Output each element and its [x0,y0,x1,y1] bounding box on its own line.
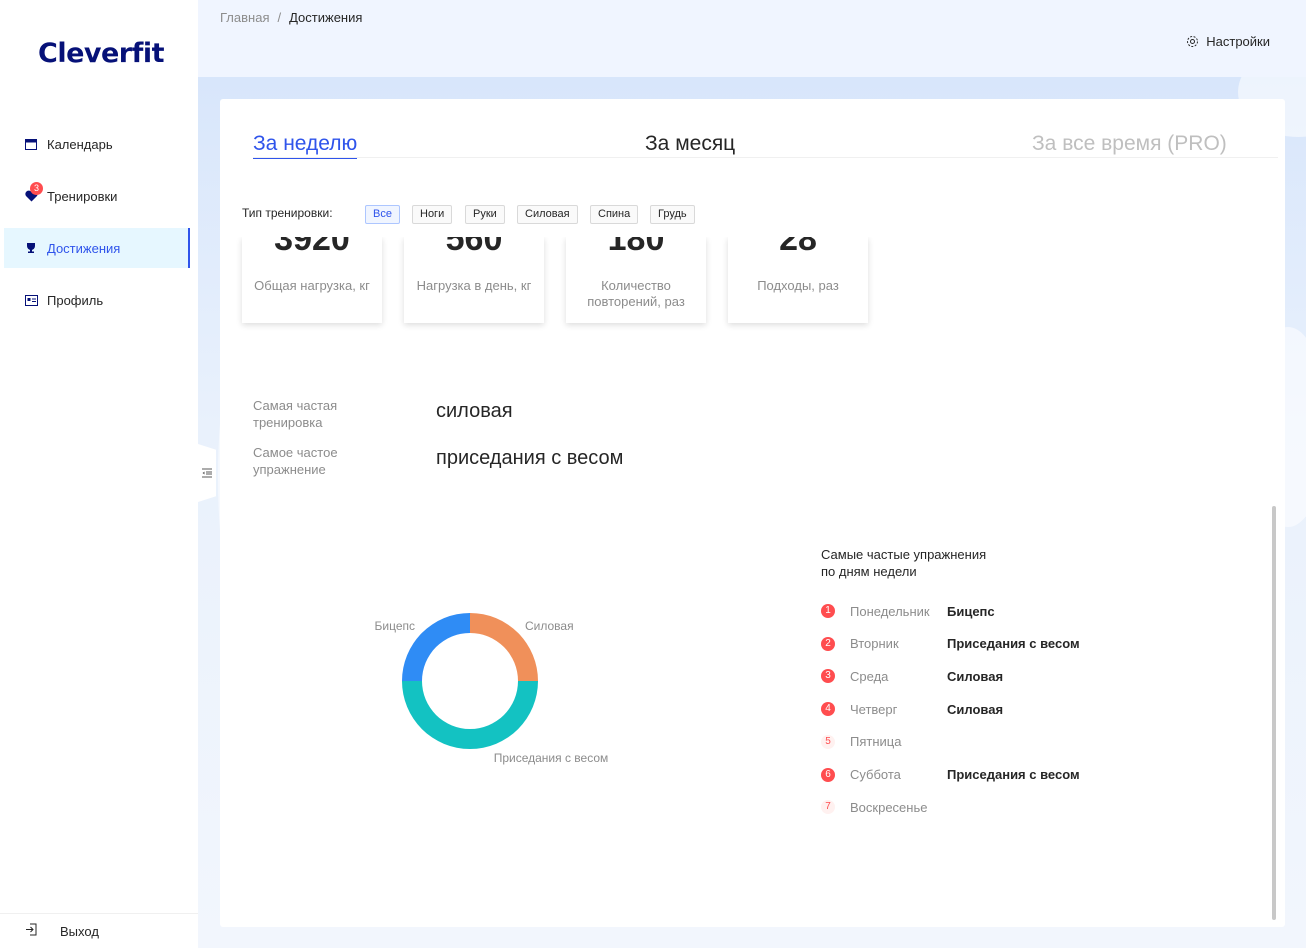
sidebar-item-trainings[interactable]: 3 Тренировки [4,176,190,216]
app-logo[interactable]: Cleverfit [38,38,165,69]
frequent-exercise-label: Самое частое упражнение [253,445,338,477]
day-number-badge: 1 [821,604,835,618]
settings-button[interactable]: Настройки [1186,34,1270,49]
stat-label: Нагрузка в день, кг [416,278,532,293]
stats-row: 3920 Общая нагрузка, кг 560 Нагрузка в д… [220,237,1285,337]
tag-strength[interactable]: Силовая [517,205,578,224]
day-number-badge: 3 [821,669,835,684]
day-name: Пятница [850,734,902,750]
day-row: 5 Пятница [821,732,947,752]
tag-chest[interactable]: Грудь [650,205,695,224]
day-exercise: Бицепс [947,603,995,619]
tag-all[interactable]: Все [365,205,400,224]
day-number-badge: 6 [821,767,835,782]
sidebar-item-profile[interactable]: Профиль [4,280,190,320]
day-row: 6 Суббота Приседания с весом [821,765,1080,785]
tab-all-time[interactable]: За все время (PRO) [1032,132,1227,156]
tag-legs[interactable]: Ноги [412,205,453,224]
stat-label: Подходы, раз [757,278,839,293]
donut-label: Приседания с весом [494,751,609,765]
stat-card: 560 Нагрузка в день, кг [404,237,544,323]
stat-value: 180 [607,237,665,258]
scrollbar[interactable] [1272,506,1276,920]
tabs-divider [253,157,1278,158]
stat-label: Количество повторений, раз [587,278,685,309]
day-row: 4 Четверг Силовая [821,699,1003,719]
stat-value: 560 [445,237,503,258]
sidebar-item-label: Профиль [47,292,104,308]
tag-back[interactable]: Спина [590,205,639,224]
achievements-card: За неделю За месяц За все время (PRO) Ти… [220,99,1285,927]
id-card-icon [24,293,38,307]
logout-label: Выход [60,923,99,939]
stat-value: 28 [779,237,817,258]
day-name: Четверг [850,701,898,717]
stat-card: 180 Количество повторений, раз [566,237,706,323]
logout-button[interactable]: Выход [0,913,198,948]
exercise-donut-chart: Силовая Приседания с весом Бицепс [375,613,609,765]
sidebar: Cleverfit Календарь 3 Тренировки Достиже… [0,0,198,948]
tag-arms[interactable]: Руки [465,205,505,224]
day-exercise: Приседания с весом [947,636,1080,652]
day-exercise: Силовая [947,701,1004,717]
days-title: Самые частые упражнения по дням недели [821,547,987,579]
day-name: Суббота [850,767,901,782]
donut-slice[interactable] [402,681,538,749]
frequent-training-label: Самая частая тренировка [253,398,338,430]
day-number-badge: 5 [821,734,835,749]
tab-week[interactable]: За неделю [253,132,358,159]
frequent-training-value: силовая [436,400,513,422]
training-type-label: Тип тренировки: [242,206,333,220]
frequent-exercise-value: приседания с весом [436,447,624,469]
gear-icon [1187,36,1199,47]
day-exercise: Силовая [947,668,1004,684]
day-name: Воскресенье [850,799,928,815]
stat-value: 3920 [274,237,350,258]
logout-icon [25,923,38,939]
heart-icon: 3 [24,182,43,203]
day-row: 7 Воскресенье [821,797,947,817]
tab-month[interactable]: За месяц [645,132,735,156]
sidebar-item-label: Достижения [47,240,121,256]
header: Главная / Достижения Настройки [198,0,1306,77]
day-row: 3 Среда Силовая [821,666,1003,686]
day-row: 2 Вторник Приседания с весом [821,634,1080,654]
sidebar-item-label: Календарь [47,136,113,152]
day-name: Вторник [850,636,899,652]
day-exercise: Приседания с весом [947,767,1080,782]
breadcrumb-separator: / [277,10,282,25]
notification-badge: 3 [30,182,43,195]
sidebar-item-achievements[interactable]: Достижения [4,228,190,268]
trophy-icon [24,241,38,255]
donut-label: Силовая [525,619,574,633]
collapse-sidebar-button[interactable] [198,444,216,502]
stat-card: 28 Подходы, раз [728,237,868,323]
donut-label: Бицепс [375,619,416,633]
day-number-badge: 7 [821,800,835,815]
breadcrumb-home[interactable]: Главная [220,10,269,25]
menu-fold-icon [202,468,212,478]
sidebar-item-label: Тренировки [47,188,118,204]
settings-label: Настройки [1206,34,1270,49]
day-name: Среда [850,668,889,684]
calendar-icon [24,137,38,151]
day-number-badge: 2 [821,636,835,651]
stat-label: Общая нагрузка, кг [254,278,370,293]
breadcrumb-current: Достижения [289,10,363,25]
breadcrumb: Главная / Достижения [220,10,362,25]
stat-card: 3920 Общая нагрузка, кг [242,237,382,323]
day-row: 1 Понедельник Бицепс [821,601,995,621]
sidebar-item-calendar[interactable]: Календарь [4,124,190,164]
day-name: Понедельник [850,603,930,619]
day-number-badge: 4 [821,702,835,717]
